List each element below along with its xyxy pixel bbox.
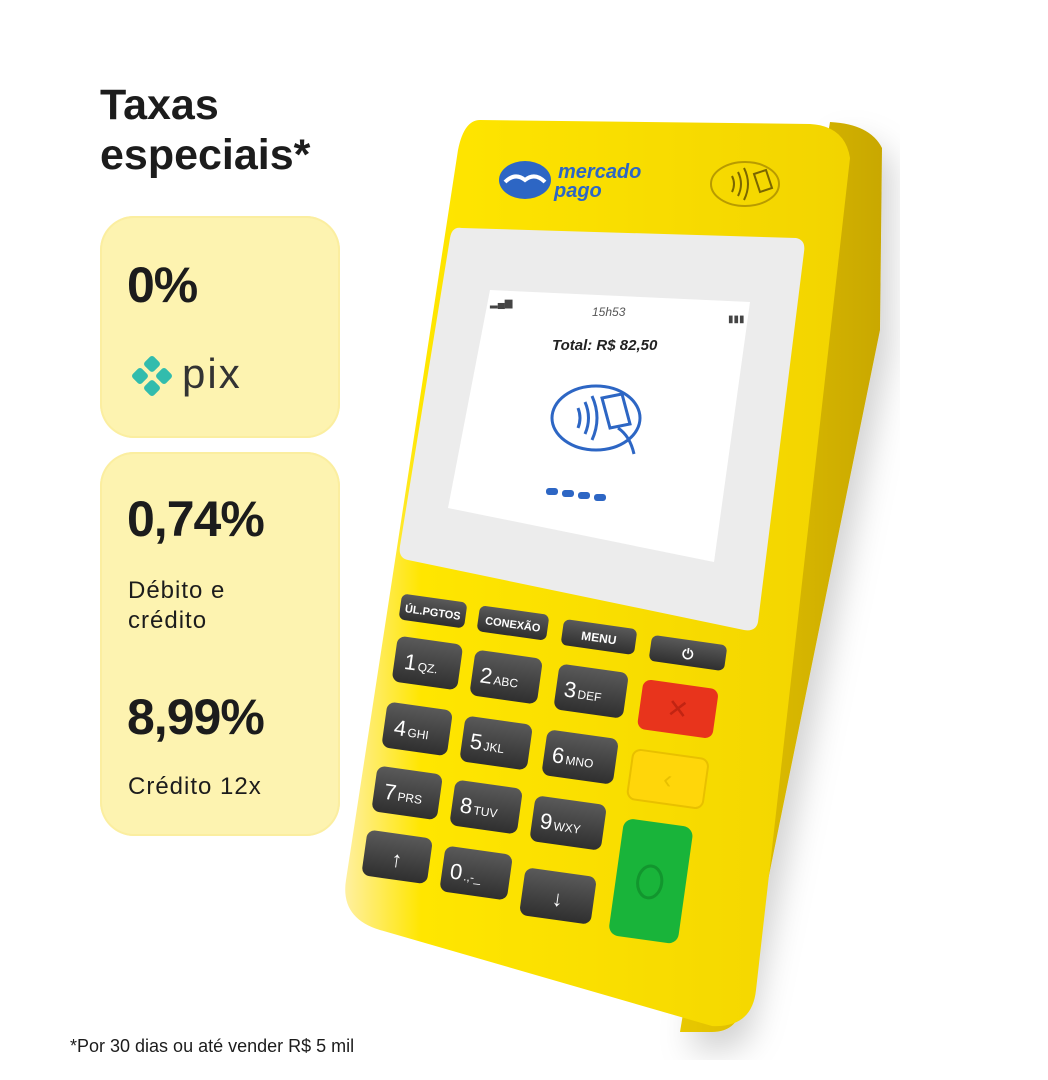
debit-credit-label-line-2: crédito <box>128 607 208 634</box>
key-1-letters: QZ. <box>417 660 439 677</box>
cancel-x-icon: ✕ <box>665 693 691 726</box>
debit-credit-rate: 0,74% <box>127 491 265 547</box>
key-7[interactable]: 7 PRS <box>371 766 443 821</box>
power-icon: ⏻ <box>681 646 694 663</box>
pix-rate: 0% <box>127 257 198 313</box>
arrow-up-key[interactable]: ↑ <box>361 830 433 885</box>
credit-12x-label: Crédito 12x <box>128 773 262 800</box>
key-5-letters: JKL <box>483 739 506 756</box>
debit-credit-label: Débito e crédito <box>128 576 225 636</box>
card-rates-card: 0,74% Débito e crédito 8,99% Crédito 12x <box>100 452 340 836</box>
key-8[interactable]: 8 TUV <box>449 780 523 835</box>
pix-rate-card: 0% pix <box>100 216 340 438</box>
credit-12x-rate: 8,99% <box>127 689 265 745</box>
debit-credit-label-line-1: Débito e <box>128 577 226 604</box>
card-machine-device: mercado pago ▂▄▆ 15h53 ▮▮▮ Total: R$ 82,… <box>345 120 882 1032</box>
key-5[interactable]: 5 JKL <box>459 716 533 771</box>
key-1[interactable]: 1 QZ. <box>392 636 464 691</box>
screen-time: 15h53 <box>592 305 626 319</box>
battery-icon: ▮▮▮ <box>728 314 745 325</box>
pix-wordmark: pix <box>182 350 242 397</box>
headline: Taxas especiais* <box>100 80 310 180</box>
key-2[interactable]: 2 ABC <box>469 650 543 705</box>
key-4[interactable]: 4 GHI <box>381 702 453 757</box>
pix-logo-icon: pix <box>132 350 242 397</box>
cancel-key[interactable]: ✕ <box>637 679 719 739</box>
arrow-down-key[interactable]: ↓ <box>519 867 597 925</box>
key-3[interactable]: 3 DEF <box>553 664 629 719</box>
brand-line-2: pago <box>553 180 602 202</box>
key-4-letters: GHI <box>407 726 430 743</box>
key-0-letters: .,-_ <box>463 869 482 885</box>
footnote: *Por 30 dias ou até vender R$ 5 mil <box>70 1036 355 1056</box>
key-0[interactable]: 0 .,-_ <box>439 846 513 901</box>
backspace-key[interactable]: ‹ <box>626 748 709 810</box>
screen-total: Total: R$ 82,50 <box>552 337 658 354</box>
headline-line-2: especiais* <box>100 131 311 179</box>
headline-line-1: Taxas <box>100 81 219 129</box>
signal-icon: ▂▄▆ <box>489 298 513 310</box>
